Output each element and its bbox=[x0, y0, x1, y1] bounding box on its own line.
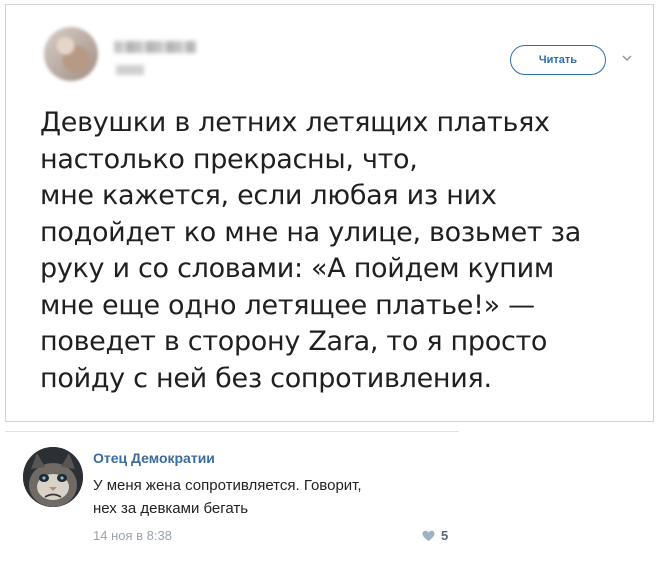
tweet-card: Читать Девушки в летних летящих платьях … bbox=[5, 4, 654, 422]
like-count: 5 bbox=[441, 528, 449, 543]
like-button[interactable]: 5 bbox=[422, 528, 448, 543]
tweet-text-line: поведет в сторону Zara, то я просто bbox=[40, 326, 548, 357]
follow-button[interactable]: Читать bbox=[510, 45, 606, 75]
screenshot: Читать Девушки в летних летящих платьях … bbox=[0, 0, 665, 586]
tweet-text-line: Девушки в летних летящих платьях bbox=[40, 107, 550, 138]
comment-text-line: нех за девками бегать bbox=[93, 500, 249, 517]
comment-text: У меня жена сопротивляется. Говорит, нех… bbox=[93, 474, 503, 520]
comment-author-avatar[interactable] bbox=[23, 447, 83, 507]
tweet-text-line: мне еще одно летящее платье!» — bbox=[40, 289, 535, 321]
tweet-text-line: настолько прекрасны, что, bbox=[40, 143, 418, 175]
tweet-author-name-blurred[interactable] bbox=[114, 41, 196, 53]
comment-text-line: У меня жена сопротивляется. Говорит, bbox=[93, 477, 362, 494]
tweet-text-line: подойдет ко мне на улице, возьмет за bbox=[40, 216, 581, 248]
tweet-text-line: мне кажется, если любая из них bbox=[40, 180, 497, 211]
chevron-down-icon[interactable] bbox=[620, 51, 634, 65]
grumpy-cat-avatar-image bbox=[23, 447, 83, 507]
heart-icon bbox=[422, 530, 435, 541]
divider bbox=[5, 431, 459, 432]
tweet-text-line: руку и со словами: «А пойдем купим bbox=[40, 253, 554, 284]
tweet-author-handle-blurred bbox=[116, 65, 144, 75]
tweet-author-avatar-blurred[interactable] bbox=[44, 27, 98, 81]
tweet-text: Девушки в летних летящих платьях настоль… bbox=[40, 105, 640, 397]
comment-author-name[interactable]: Отец Демократии bbox=[93, 450, 215, 466]
tweet-text-line: пойду с ней без сопротивления. bbox=[40, 362, 492, 394]
comment-timestamp[interactable]: 14 ноя в 8:38 bbox=[93, 528, 172, 543]
